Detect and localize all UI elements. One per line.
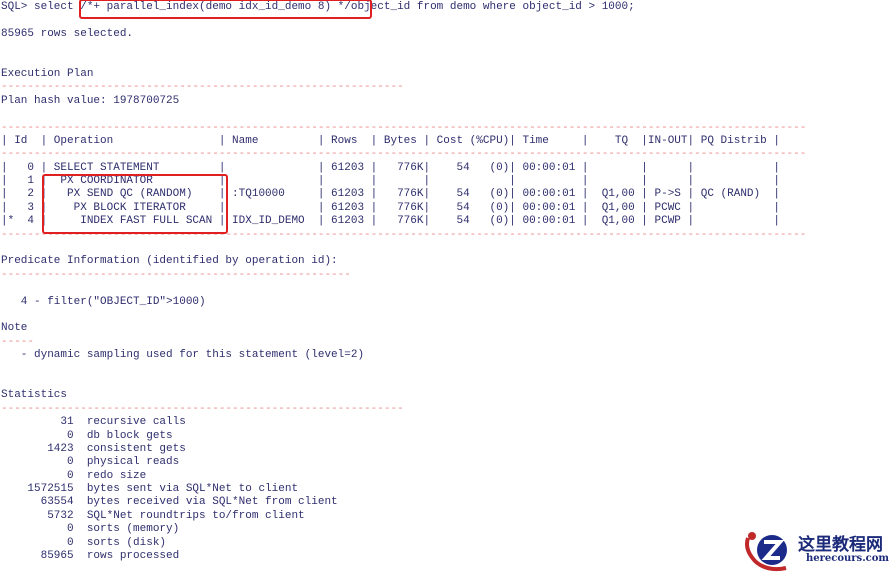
terminal-line: Plan hash value: 1978700725: [1, 94, 180, 107]
terminal-line: 1423 consistent gets: [1, 442, 186, 455]
z-logo-icon: [745, 532, 787, 572]
terminal-line: 1572515 bytes sent via SQL*Net to client: [1, 483, 299, 496]
terminal-line: ----------------------------------------…: [1, 228, 807, 241]
terminal-line: 85965 rows selected.: [1, 27, 134, 40]
terminal-line: | 2 | PX SEND QC (RANDOM) | :TQ10000 | 6…: [1, 188, 780, 201]
watermark-logo: 这里教程网 herecours.com: [742, 528, 889, 572]
terminal-line: 0 sorts (disk): [1, 536, 167, 549]
terminal-line: ----------------------------------------…: [1, 402, 404, 415]
terminal-line: Execution Plan: [1, 67, 94, 80]
terminal-line: Statistics: [1, 389, 68, 402]
terminal-line: Note: [1, 322, 28, 335]
terminal-line: 63554 bytes received via SQL*Net from cl…: [1, 496, 338, 509]
terminal-line: 31 recursive calls: [1, 416, 186, 429]
terminal-line: 85965 rows processed: [1, 550, 180, 563]
watermark-domain: herecours.com: [806, 553, 889, 564]
terminal-line: ----------------------------------------…: [1, 148, 807, 161]
terminal-line: ----------------------------------------…: [1, 81, 404, 94]
terminal-line: 0 sorts (memory): [1, 523, 180, 536]
terminal-line: 0 db block gets: [1, 429, 173, 442]
terminal-line: SQL> select /*+ parallel_index(demo idx_…: [1, 1, 635, 13]
terminal-line: 0 physical reads: [1, 456, 180, 469]
terminal-line: ----------------------------------------…: [1, 121, 807, 134]
terminal-line: | 3 | PX BLOCK ITERATOR | | 61203 | 776K…: [1, 201, 780, 214]
sqlplus-terminal-output: SQL> select /*+ parallel_index(demo idx_…: [1, 1, 806, 563]
terminal-line: | 1 | PX COORDINATOR | | | | | | | | |: [1, 175, 780, 188]
terminal-line: ----------------------------------------…: [1, 268, 351, 281]
terminal-line: 0 redo size: [1, 469, 147, 482]
terminal-line: | Id | Operation | Name | Rows | Bytes |…: [1, 134, 780, 147]
watermark-name: 这里教程网: [798, 535, 883, 555]
terminal-line: 4 - filter("OBJECT_ID">1000): [1, 295, 206, 308]
terminal-line: |* 4 | INDEX FAST FULL SCAN | IDX_ID_DEM…: [1, 215, 780, 228]
terminal-line: | 0 | SELECT STATEMENT | | 61203 | 776K|…: [1, 161, 780, 174]
terminal-line: Predicate Information (identified by ope…: [1, 255, 338, 268]
terminal-line: 5732 SQL*Net roundtrips to/from client: [1, 509, 305, 522]
terminal-line: - dynamic sampling used for this stateme…: [1, 349, 365, 362]
terminal-line: -----: [1, 335, 35, 348]
